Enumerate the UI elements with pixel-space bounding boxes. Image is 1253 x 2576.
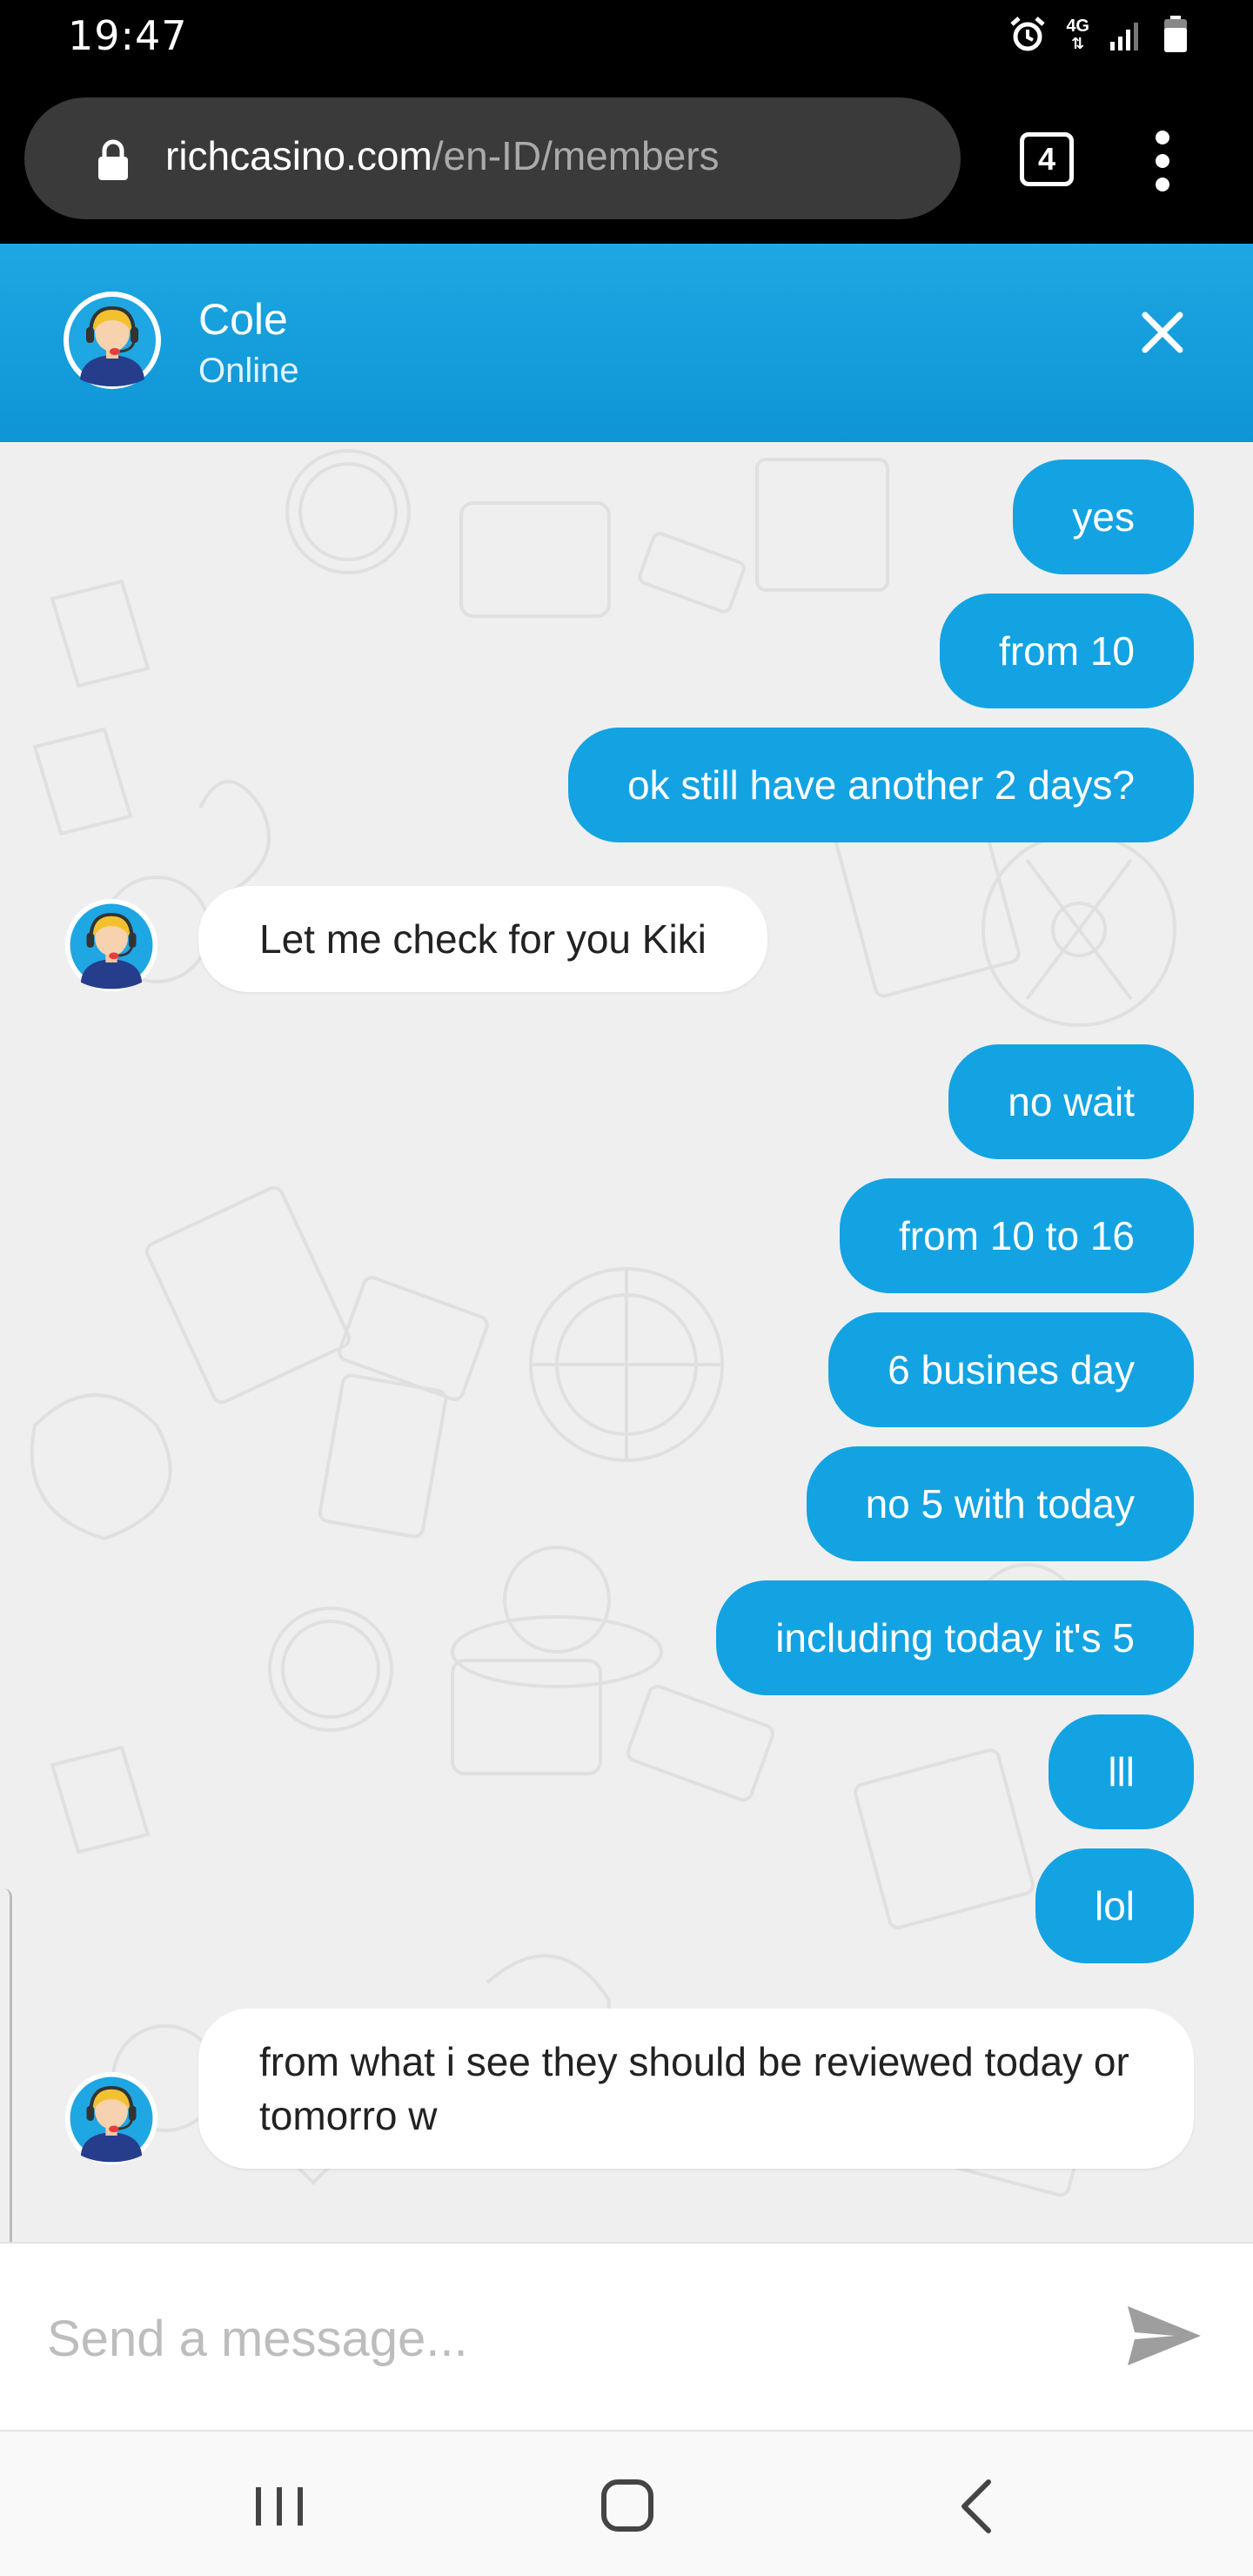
message-bubble-agent: from what i see they should be reviewed … [198, 2009, 1194, 2169]
send-icon[interactable] [1122, 2294, 1206, 2378]
alarm-icon [1010, 17, 1045, 51]
chat-header: Cole Online [0, 244, 1253, 442]
message-bubble-user: lll [1049, 1714, 1194, 1829]
message-bubble-user: including today it's 5 [716, 1580, 1194, 1695]
agent-avatar [64, 292, 161, 389]
url-bar[interactable]: richcasino.com/en-ID/members [24, 97, 961, 219]
message-bubble-user: no wait [948, 1044, 1194, 1159]
agent-status: Online [198, 352, 299, 390]
agent-message-avatar [64, 898, 158, 992]
message-input[interactable]: Send a message... [47, 2296, 1056, 2383]
message-list[interactable]: yes from 10 ok still have another 2 days… [0, 442, 1253, 2242]
message-bubble-user: lol [1035, 1848, 1194, 1963]
message-bubble-user: from 10 [940, 594, 1194, 708]
url-domain: richcasino.com [165, 133, 432, 178]
url-text[interactable]: richcasino.com/en-ID/members [165, 132, 720, 179]
message-bubble-user: no 5 with today [806, 1446, 1194, 1561]
browser-toolbar: richcasino.com/en-ID/members 4 [0, 77, 1253, 244]
message-composer: Send a message... [0, 2242, 1253, 2430]
back-icon[interactable] [940, 2473, 1018, 2539]
recents-icon[interactable] [240, 2473, 318, 2539]
lock-icon [98, 139, 128, 180]
message-bubble-user: 6 busines day [828, 1312, 1194, 1427]
agent-name: Cole [198, 295, 288, 344]
message-bubble-agent: Let me check for you Kiki [198, 886, 767, 992]
status-time: 19:47 [68, 12, 188, 59]
network-type: 4G ⇅ [1066, 17, 1089, 52]
message-bubble-user: yes [1013, 460, 1194, 574]
battery-icon [1164, 16, 1187, 52]
system-navigation-bar [0, 2430, 1253, 2576]
close-icon[interactable] [1136, 306, 1189, 359]
home-icon[interactable] [588, 2473, 667, 2539]
status-bar: 19:47 4G ⇅ [0, 0, 1253, 77]
side-drawer-handle[interactable] [0, 1888, 12, 2242]
status-icons: 4G ⇅ [1008, 16, 1189, 54]
message-bubble-user: ok still have another 2 days? [567, 728, 1194, 842]
network-label: 4G [1066, 17, 1089, 36]
tab-switcher-button[interactable]: 4 [1020, 132, 1074, 186]
signal-icon [1110, 23, 1138, 50]
message-bubble-user: from 10 to 16 [839, 1178, 1194, 1293]
url-path: /en-ID/members [432, 133, 720, 178]
data-arrows-icon: ⇅ [1071, 35, 1085, 52]
more-vert-icon[interactable] [1154, 131, 1171, 191]
agent-message-avatar [64, 2071, 158, 2165]
